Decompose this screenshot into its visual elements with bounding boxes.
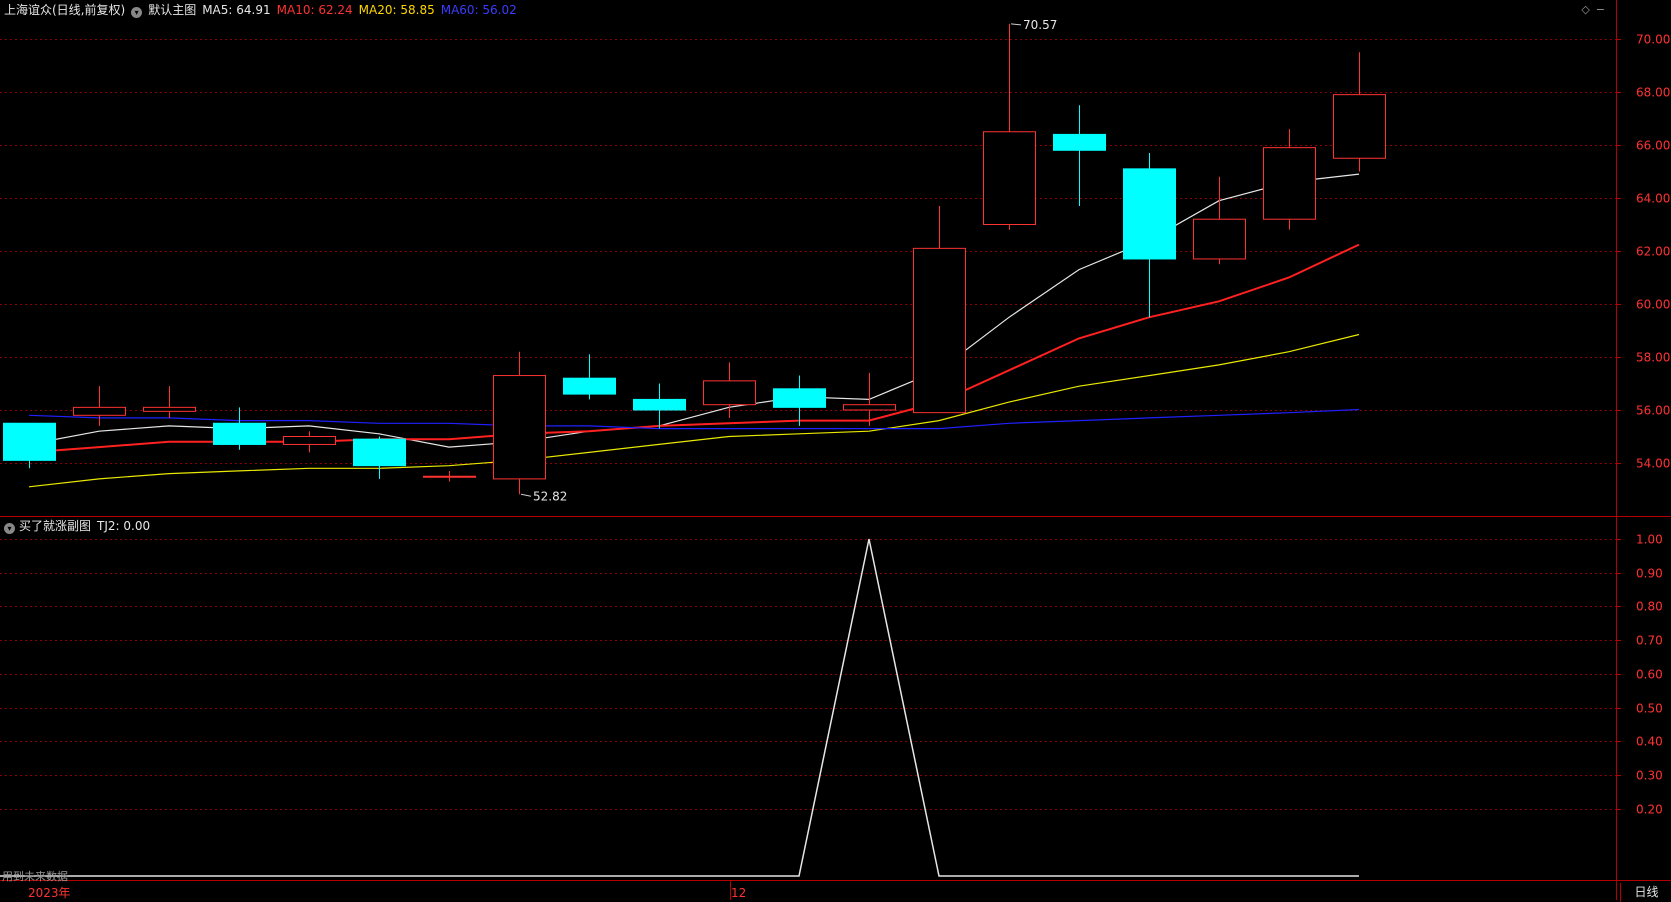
chart-frame	[0, 0, 1671, 900]
y-tick-label: 64.00	[1636, 192, 1670, 206]
candle-body[interactable]	[353, 438, 406, 467]
y-tick-label: 0.90	[1636, 567, 1663, 581]
month-label: 12	[731, 886, 746, 900]
tj2-label: TJ2: 0.00	[97, 519, 151, 533]
candle-down[interactable]	[3, 422, 56, 469]
candle-body[interactable]	[1123, 168, 1176, 260]
candle-down[interactable]	[633, 383, 686, 429]
period-selector[interactable]: 日线	[1620, 883, 1671, 902]
candle-up[interactable]	[283, 431, 336, 453]
y-tick-label: 68.00	[1636, 86, 1670, 100]
candle-up[interactable]	[73, 386, 126, 426]
main-chart-label[interactable]: 默认主图	[148, 3, 196, 17]
candle-down[interactable]	[213, 407, 266, 450]
y-tick-label: 0.20	[1636, 803, 1663, 817]
future-data-notice: 用到未来数据	[2, 870, 68, 883]
candle-body[interactable]	[703, 380, 756, 406]
diamond-icon[interactable]: ◇	[1581, 3, 1595, 16]
ma5-label: MA5: 64.91	[202, 3, 271, 17]
minus-icon[interactable]: −	[1596, 3, 1611, 16]
candle-body[interactable]	[73, 406, 126, 416]
annotation-arrow	[1010, 23, 1022, 26]
candle-up[interactable]	[143, 386, 196, 418]
y-tick-label: 0.50	[1636, 702, 1663, 716]
sub-value-axis: 0.20 0.30 0.40 0.50 0.60 0.70 0.80 0.90 1.00	[1616, 533, 1663, 817]
ma20-label: MA20: 58.85	[358, 3, 435, 17]
sub-grid	[0, 539, 1616, 810]
y-tick-label: 62.00	[1636, 245, 1670, 259]
candle-body[interactable]	[563, 377, 616, 395]
candle-up[interactable]	[703, 362, 756, 418]
y-tick-label: 0.60	[1636, 668, 1663, 682]
annotation-label: 70.57	[1023, 18, 1057, 32]
candle-body[interactable]	[283, 436, 336, 445]
candle-up[interactable]	[423, 470, 476, 482]
candle-body[interactable]	[213, 422, 266, 445]
candle-down[interactable]	[563, 354, 616, 400]
candle-body[interactable]	[983, 131, 1036, 225]
y-tick-label: 70.00	[1636, 33, 1670, 47]
panel-controls[interactable]: ◇−	[1581, 3, 1611, 16]
candle-body[interactable]	[633, 398, 686, 411]
candle-body[interactable]	[423, 475, 476, 478]
candle-down[interactable]	[773, 375, 826, 426]
chevron-down-icon[interactable]: ▾	[4, 523, 15, 534]
y-tick-label: 0.30	[1636, 769, 1663, 783]
y-tick-label: 0.70	[1636, 634, 1663, 648]
main-header: 上海谊众(日线,前复权) ▾ 默认主图 MA5: 64.91 MA10: 62.24 MA…	[4, 2, 523, 18]
y-tick-label: 1.00	[1636, 533, 1663, 547]
year-label: 2023年	[28, 886, 71, 900]
candle-up[interactable]	[1263, 129, 1316, 230]
candle-up[interactable]	[843, 372, 896, 426]
main-price-axis: 54.00 56.00 58.00 60.00 62.00 64.00 66.00 68.00…	[1616, 33, 1670, 471]
candle-body[interactable]	[843, 404, 896, 411]
tj2-line	[0, 538, 1359, 877]
candle-body[interactable]	[3, 422, 56, 461]
annotation-label: 52.82	[533, 489, 567, 503]
candle-up[interactable]	[1333, 52, 1386, 172]
y-tick-label: 56.00	[1636, 404, 1670, 418]
annotation-arrow	[520, 493, 532, 497]
ma20-line	[28, 333, 1360, 488]
stock-name[interactable]: 上海谊众(日线,前复权)	[4, 3, 125, 17]
y-tick-label: 0.40	[1636, 735, 1663, 749]
candle-up[interactable]	[493, 351, 546, 495]
sub-indicator-name[interactable]: 买了就涨副图	[19, 519, 91, 533]
kline-chart[interactable]: 54.00 56.00 58.00 60.00 62.00 64.00 66.00 68.00…	[0, 0, 1671, 902]
y-tick-label: 60.00	[1636, 298, 1670, 312]
candle-body[interactable]	[1333, 94, 1386, 159]
candle-up[interactable]	[913, 205, 966, 414]
ma60-label: MA60: 56.02	[440, 3, 517, 17]
candle-body[interactable]	[1053, 133, 1106, 151]
candle-body[interactable]	[1263, 147, 1316, 220]
ma10-line	[28, 243, 1360, 454]
candle-body[interactable]	[493, 375, 546, 480]
y-tick-label: 66.00	[1636, 139, 1670, 153]
sub-header: ▾ 买了就涨副图 TJ2: 0.00	[4, 518, 156, 534]
candle-body[interactable]	[773, 388, 826, 408]
candle-body[interactable]	[913, 247, 966, 414]
y-tick-label: 0.80	[1636, 600, 1663, 614]
candle-up[interactable]	[1193, 176, 1246, 265]
ma10-label: MA10: 62.24	[276, 3, 353, 17]
candle-down[interactable]	[1053, 105, 1106, 206]
time-axis: 2023年 12	[28, 886, 746, 900]
y-tick-label: 58.00	[1636, 351, 1670, 365]
candle-body[interactable]	[143, 406, 196, 412]
chevron-down-icon[interactable]: ▾	[131, 7, 143, 18]
candle-up[interactable]	[983, 23, 1036, 230]
candle-body[interactable]	[1193, 218, 1246, 260]
candle-down[interactable]	[353, 436, 406, 479]
sub-indicator-lines	[0, 538, 1359, 877]
y-tick-label: 54.00	[1636, 457, 1670, 471]
candle-down[interactable]	[1123, 152, 1176, 318]
